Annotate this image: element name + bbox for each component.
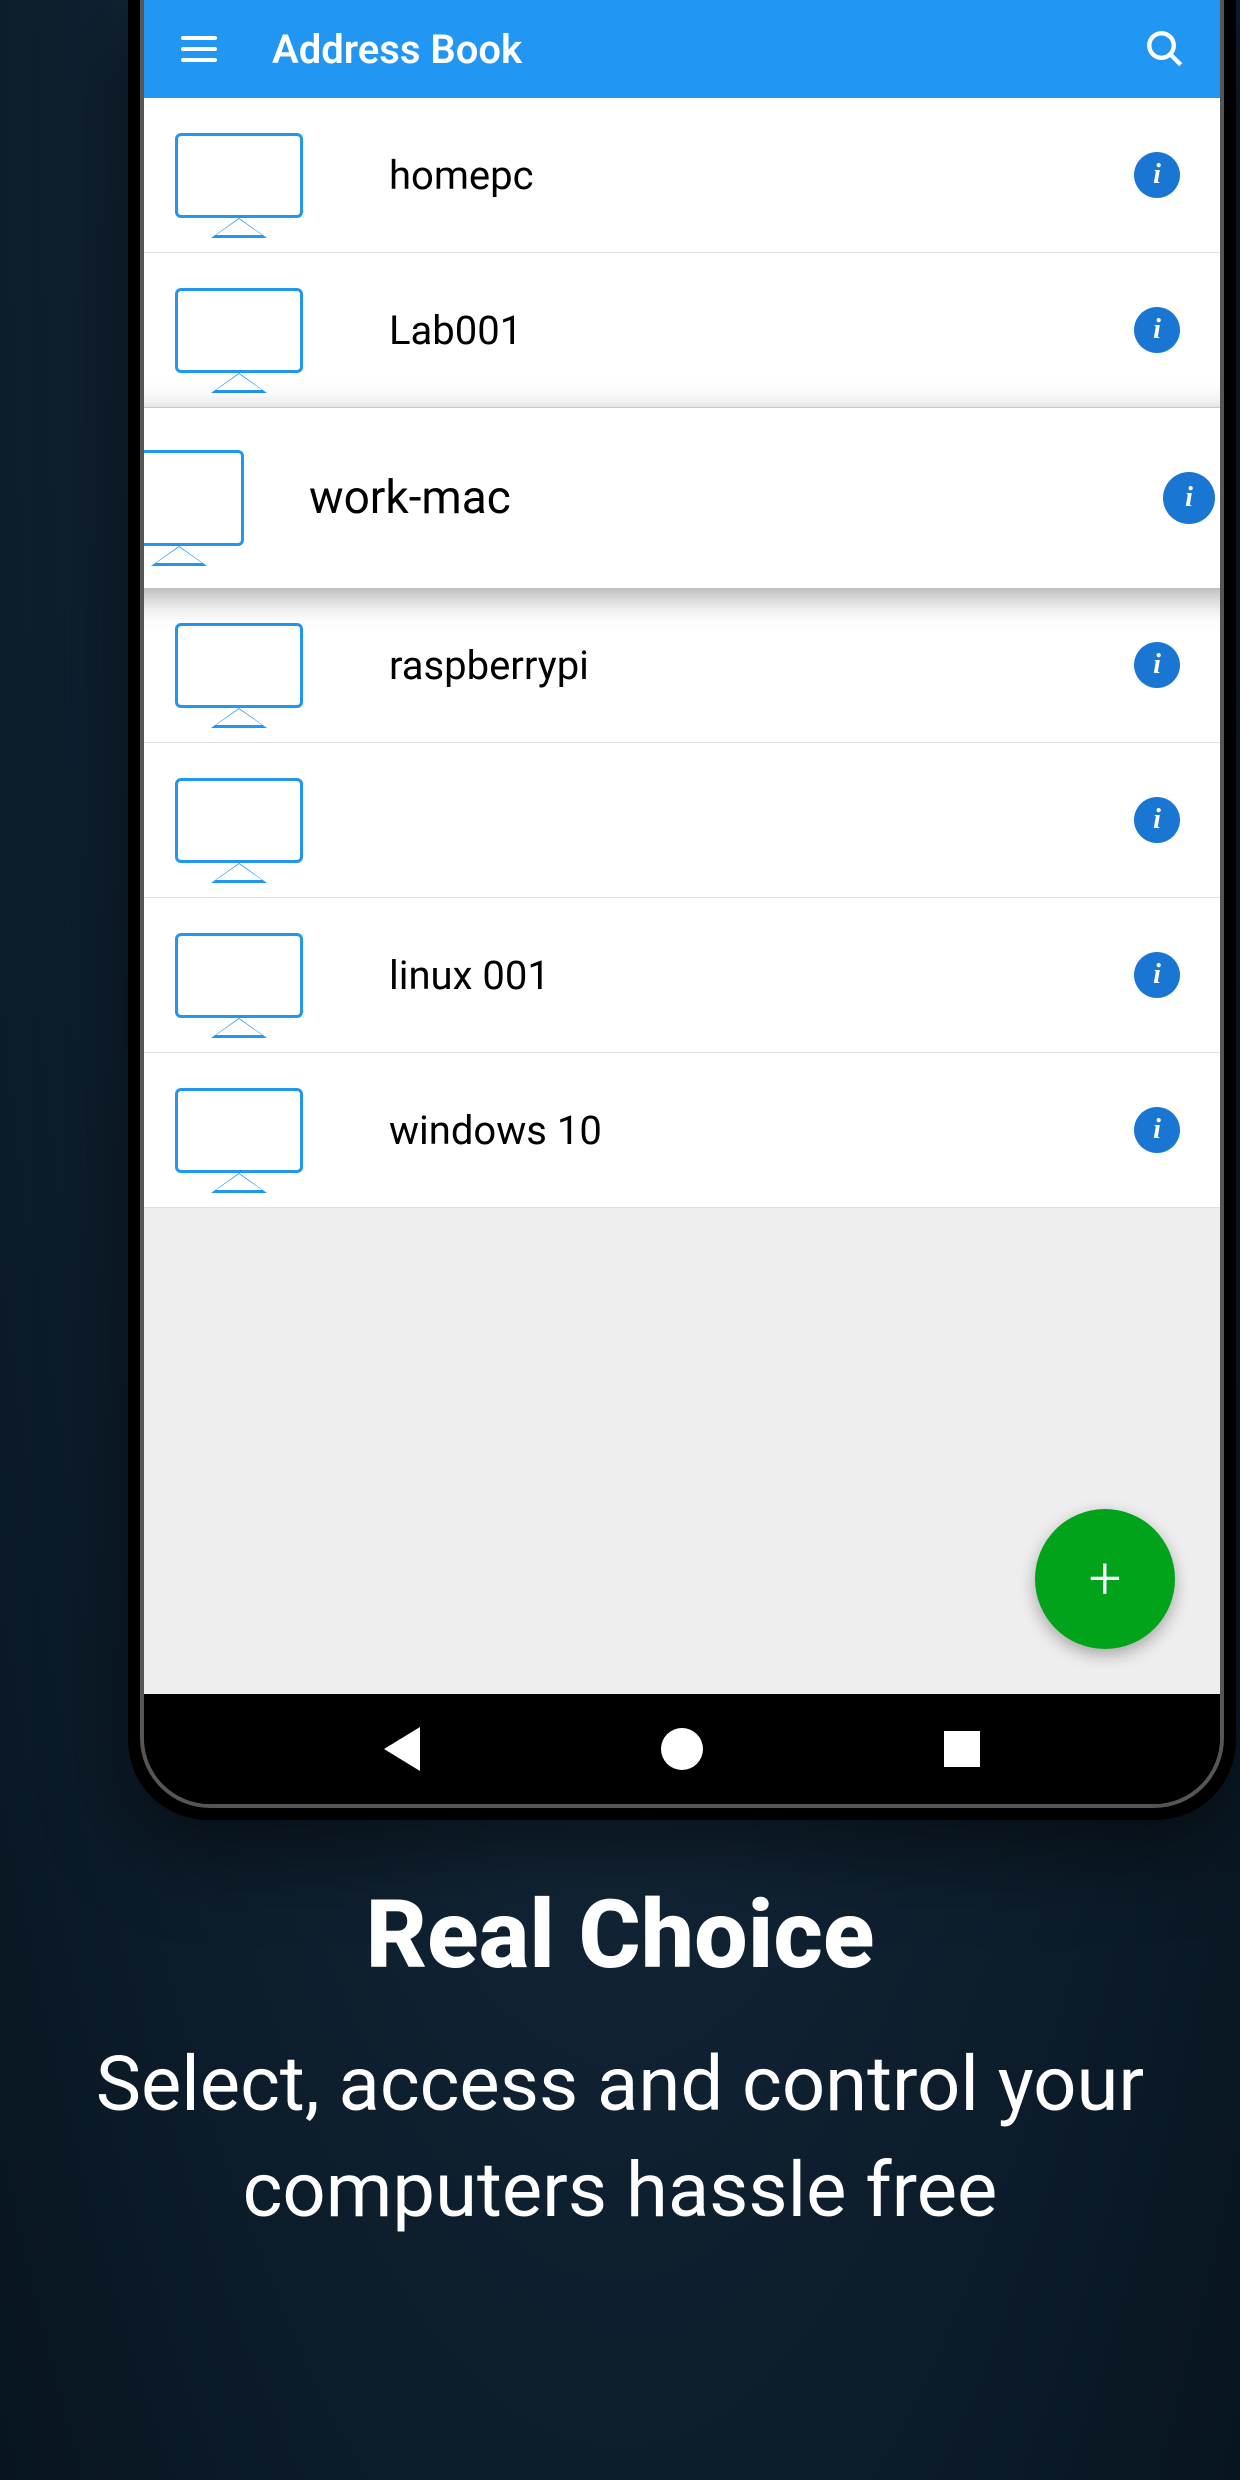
device-label: windows 10 <box>389 1107 1134 1154</box>
search-icon <box>1144 28 1186 70</box>
nav-back-button[interactable] <box>384 1727 420 1771</box>
device-item-windows10[interactable]: windows 10 i <box>144 1053 1220 1208</box>
info-icon: i <box>1153 314 1161 346</box>
computer-icon <box>174 1088 304 1173</box>
computer-icon <box>174 623 304 708</box>
info-icon: i <box>1153 159 1161 191</box>
device-item-raspberrypi[interactable]: raspberrypi i <box>144 588 1220 743</box>
nav-recent-button[interactable] <box>944 1731 980 1767</box>
nav-home-button[interactable] <box>661 1728 703 1770</box>
info-icon: i <box>1153 959 1161 991</box>
computer-icon <box>174 288 304 373</box>
search-button[interactable] <box>1140 24 1190 74</box>
info-icon: i <box>1185 482 1193 514</box>
computer-icon <box>174 933 304 1018</box>
android-nav-bar <box>144 1694 1220 1804</box>
menu-button[interactable] <box>174 24 224 74</box>
computer-icon <box>174 778 304 863</box>
add-device-fab[interactable]: + <box>1035 1509 1175 1649</box>
plus-icon: + <box>1089 1545 1122 1613</box>
info-button[interactable]: i <box>1134 797 1180 843</box>
info-button[interactable]: i <box>1134 952 1180 998</box>
info-icon: i <box>1153 649 1161 681</box>
device-item-unnamed[interactable]: i <box>144 743 1220 898</box>
info-button[interactable]: i <box>1163 472 1215 524</box>
marketing-subtitle: Select, access and control your computer… <box>80 2031 1160 2244</box>
device-item-homepc[interactable]: homepc i <box>144 98 1220 253</box>
device-item-work-mac[interactable]: work-mac i <box>144 408 1220 588</box>
phone-frame: Address Book homepc i Lab001 i <box>128 0 1236 1820</box>
device-item-linux001[interactable]: linux 001 i <box>144 898 1220 1053</box>
info-icon: i <box>1153 1114 1161 1146</box>
info-icon: i <box>1153 804 1161 836</box>
info-button[interactable]: i <box>1134 642 1180 688</box>
device-label: Lab001 <box>389 307 1134 354</box>
device-label: work-mac <box>309 471 1163 525</box>
computer-icon <box>174 133 304 218</box>
device-item-lab001[interactable]: Lab001 i <box>144 253 1220 408</box>
computer-icon <box>144 450 244 546</box>
info-button[interactable]: i <box>1134 1107 1180 1153</box>
info-button[interactable]: i <box>1134 307 1180 353</box>
marketing-title: Real Choice <box>80 1880 1160 1991</box>
device-list: homepc i Lab001 i work-mac i raspberrypi… <box>144 98 1220 1694</box>
page-title: Address Book <box>272 26 1140 73</box>
marketing-text: Real Choice Select, access and control y… <box>0 1880 1240 2244</box>
device-label: raspberrypi <box>389 642 1134 689</box>
device-label: homepc <box>389 152 1134 199</box>
hamburger-icon <box>181 36 217 62</box>
app-bar: Address Book <box>144 0 1220 98</box>
device-label: linux 001 <box>389 952 1134 999</box>
info-button[interactable]: i <box>1134 152 1180 198</box>
